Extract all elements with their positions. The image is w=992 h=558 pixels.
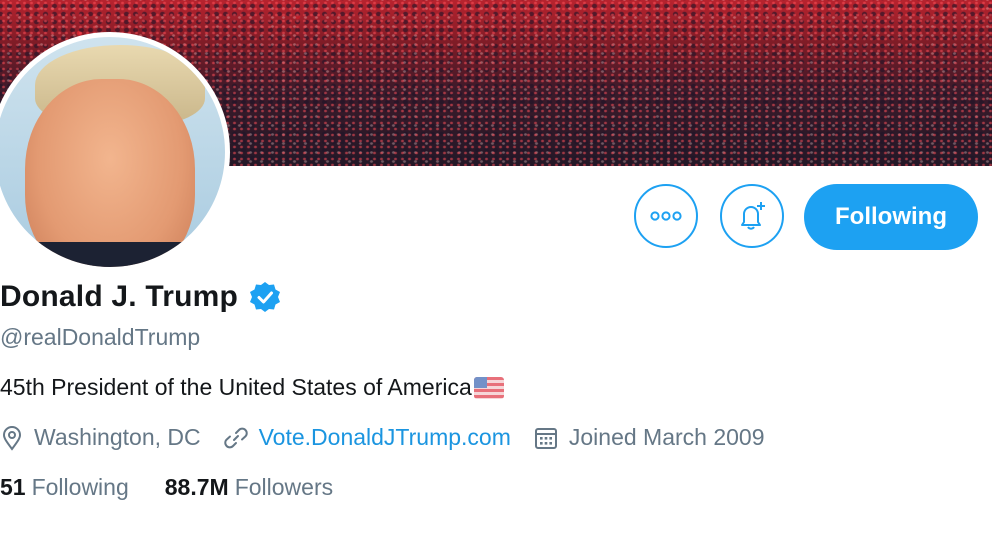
display-name-row: Donald J. Trump (0, 280, 282, 314)
more-options-button[interactable] (634, 184, 698, 248)
link-icon (223, 427, 248, 448)
display-name: Donald J. Trump (0, 280, 239, 313)
joined-text: Joined March 2009 (568, 424, 765, 450)
followers-stat-link[interactable]: 88.7M Followers (165, 474, 333, 501)
bio-row: 45th President of the United States of A… (0, 374, 504, 401)
bell-plus-icon (741, 202, 765, 230)
following-label: Following (31, 474, 129, 500)
profile-avatar[interactable] (0, 32, 230, 272)
location-text: Washington, DC (34, 424, 201, 450)
verified-badge-icon (250, 282, 281, 312)
location-item: Washington, DC (0, 424, 201, 451)
website-item[interactable]: Vote.DonaldJTrump.com (223, 424, 511, 451)
follow-stats: 51 Following 88.7M Followers (0, 474, 369, 501)
calendar-icon (534, 427, 557, 449)
joined-item: Joined March 2009 (533, 424, 765, 451)
notifications-button[interactable] (720, 184, 784, 248)
following-stat-link[interactable]: 51 Following (0, 474, 129, 501)
bio-text: 45th President of the United States of A… (0, 374, 472, 400)
following-button[interactable]: Following (804, 184, 978, 250)
us-flag-icon (473, 376, 504, 399)
website-link[interactable]: Vote.DonaldJTrump.com (259, 424, 511, 451)
more-horizontal-icon (650, 211, 682, 221)
followers-label: Followers (234, 474, 334, 500)
profile-meta: Washington, DC Vote.DonaldJTrump.com Joi… (0, 424, 787, 451)
following-count: 51 (0, 474, 26, 500)
followers-count: 88.7M (164, 474, 229, 500)
username-handle: @realDonaldTrump (0, 324, 201, 350)
location-pin-icon (2, 425, 22, 451)
